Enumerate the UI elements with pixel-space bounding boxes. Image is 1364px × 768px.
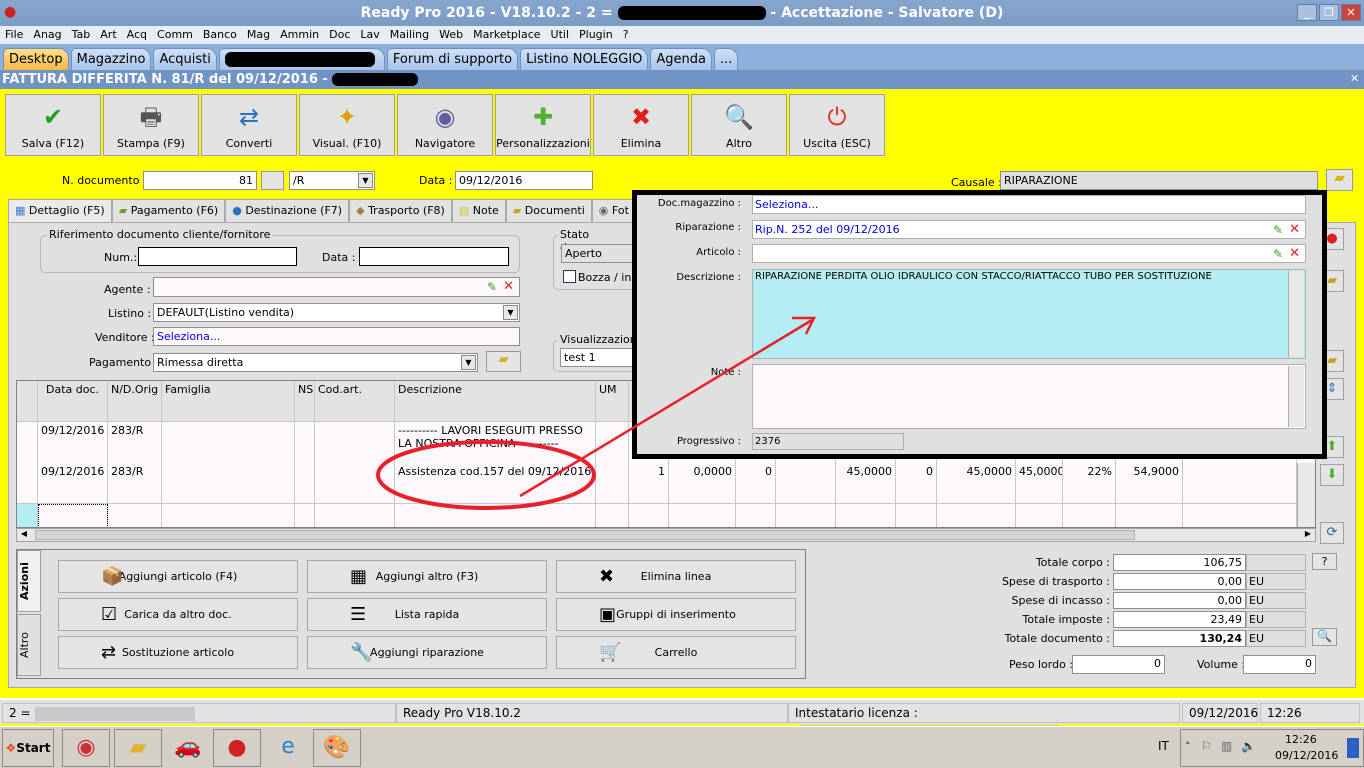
session-text: 2 = xyxy=(9,706,31,720)
volume-icon[interactable]: 🔈 xyxy=(1241,739,1256,753)
language-indicator[interactable]: IT xyxy=(1158,739,1169,753)
status-version: Ready Pro V18.10.2 xyxy=(396,703,788,723)
car-icon[interactable]: 🚗 xyxy=(164,729,212,767)
paint-icon[interactable]: 🎨 xyxy=(313,729,361,767)
explorer-icon[interactable]: ▰ xyxy=(114,729,162,767)
show-desktop-button[interactable] xyxy=(1347,738,1359,758)
start-button[interactable]: ❖Start xyxy=(2,729,54,767)
ie-icon[interactable]: e xyxy=(264,729,312,767)
annotation-arrow xyxy=(519,318,813,498)
network-icon[interactable]: ▥ xyxy=(1221,739,1232,753)
strawberry-icon[interactable]: ● xyxy=(213,729,261,767)
annotation-ellipse xyxy=(376,440,596,510)
windows-icon: ❖ xyxy=(5,741,17,755)
status-time: 12:26 xyxy=(1260,703,1360,723)
license-label: Intestatario licenza : xyxy=(795,706,918,720)
status-date: 09/12/2016 xyxy=(1182,703,1258,723)
flag-icon[interactable]: ⚐ xyxy=(1201,739,1212,753)
start-label: Start xyxy=(16,741,51,755)
clock-date[interactable]: 09/12/2016 xyxy=(1275,749,1338,762)
tray-expand-icon[interactable]: ˄ xyxy=(1185,740,1191,753)
system-tray: ˄ ⚐ ▥ 🔈 12:26 09/12/2016 xyxy=(1180,729,1364,767)
annotation-overlay xyxy=(376,316,817,510)
taskbar: ❖Start ◉ ▰ 🚗 ● e 🎨 IT ˄ ⚐ ▥ 🔈 12:26 09/1… xyxy=(0,726,1364,768)
chrome-icon[interactable]: ◉ xyxy=(62,729,110,767)
status-session: 2 = xyxy=(2,703,396,723)
status-license: Intestatario licenza : xyxy=(788,703,1180,739)
status-bar: 2 = Ready Pro V18.10.2 Intestatario lice… xyxy=(0,698,1364,739)
clock-time[interactable]: 12:26 xyxy=(1285,733,1317,746)
